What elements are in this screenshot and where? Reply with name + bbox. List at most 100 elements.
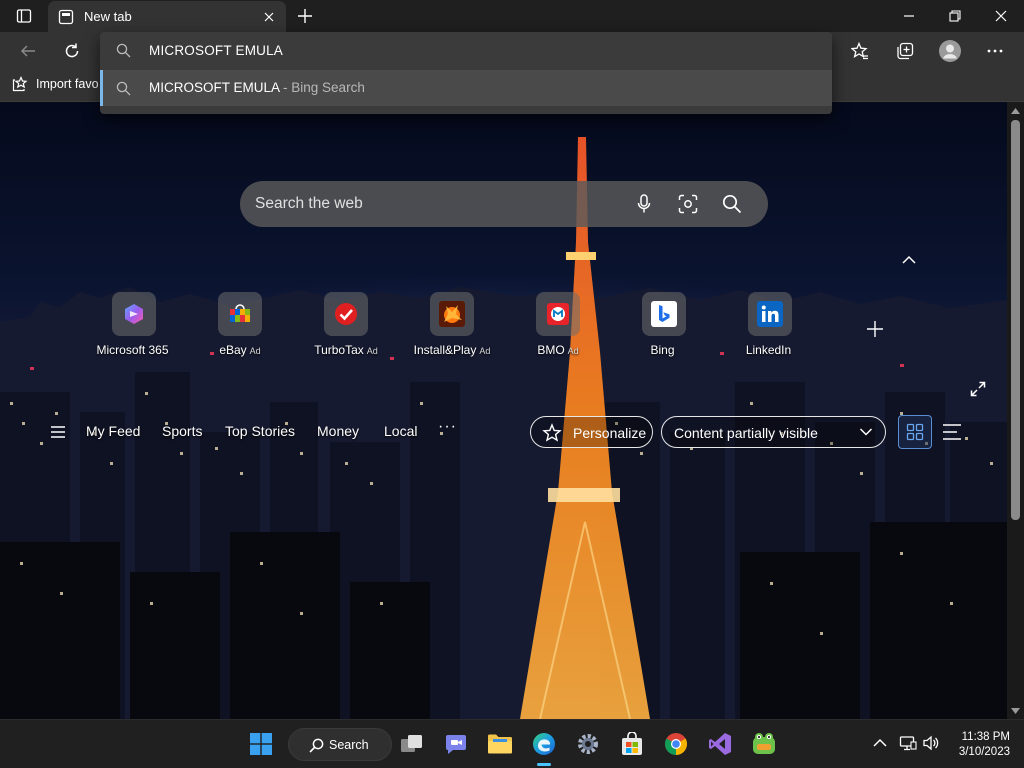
quick-link-label: eBay Ad	[219, 343, 261, 357]
suggestion-text: MICROSOFT EMULA - Bing Search	[149, 80, 365, 95]
tab-title: New tab	[84, 9, 132, 24]
taskbar-search-label: Search	[329, 738, 369, 752]
quick-link-bing[interactable]: Bing	[619, 292, 709, 357]
quick-link-bmo[interactable]: BMO Ad	[513, 292, 603, 357]
chrome-browser-button[interactable]	[660, 728, 692, 760]
content-visibility-dropdown[interactable]: Content partially visible	[661, 416, 886, 448]
content-visibility-label: Content partially visible	[674, 425, 818, 441]
feed-tab-sports[interactable]: Sports	[162, 423, 202, 439]
tab-new-tab[interactable]: New tab	[48, 1, 286, 32]
quick-link-turbotax[interactable]: TurboTax Ad	[301, 292, 391, 357]
personalize-label: Personalize	[573, 425, 647, 441]
import-favorites-button[interactable]: Import favo	[12, 76, 99, 92]
page-scrollbar[interactable]	[1007, 102, 1024, 719]
search-suggestion[interactable]: MICROSOFT EMULA - Bing Search	[100, 70, 832, 106]
visual-search-button[interactable]	[676, 192, 700, 216]
feed-tab-money[interactable]: Money	[317, 423, 359, 439]
bmo-logo-icon	[547, 303, 569, 325]
web-search-box[interactable]: Search the web	[240, 181, 768, 227]
network-icon[interactable]	[899, 734, 917, 752]
scroll-up-icon[interactable]	[1010, 106, 1021, 116]
feed-tab-top-stories[interactable]: Top Stories	[225, 423, 295, 439]
minimize-icon	[904, 15, 914, 17]
voice-search-button[interactable]	[632, 192, 656, 216]
restore-button[interactable]	[932, 0, 978, 32]
quick-link-linkedin[interactable]: LinkedIn	[725, 292, 815, 357]
collapse-chevron-icon[interactable]	[900, 252, 918, 268]
address-input-text[interactable]: MICROSOFT EMULA	[149, 43, 283, 58]
folder-icon	[488, 734, 512, 754]
quick-link-tile	[430, 292, 474, 336]
quick-link-install-play[interactable]: Install&Play Ad	[407, 292, 497, 357]
quick-link-label: BMO Ad	[537, 343, 579, 357]
tab-actions-button[interactable]	[8, 4, 40, 28]
import-favorites-label: Import favo	[36, 77, 99, 91]
back-icon	[20, 45, 35, 57]
back-button[interactable]	[13, 37, 43, 65]
address-bar[interactable]: MICROSOFT EMULA	[100, 32, 832, 70]
quick-link-tile	[112, 292, 156, 336]
suggestion-query: MICROSOFT EMULA	[149, 80, 280, 95]
gear-icon	[578, 734, 598, 754]
teams-chat-icon	[446, 735, 466, 754]
start-button[interactable]	[245, 728, 277, 760]
search-submit-button[interactable]	[720, 192, 744, 216]
web-search-placeholder[interactable]: Search the web	[255, 195, 363, 213]
search-icon	[116, 81, 131, 96]
visual-studio-button[interactable]	[704, 728, 736, 760]
search-icon	[309, 738, 324, 753]
scroll-down-icon[interactable]	[1010, 706, 1021, 716]
settings-more-button[interactable]	[980, 37, 1010, 65]
favorites-icon	[851, 42, 868, 60]
store-bag-icon	[622, 732, 642, 755]
tab-close-button[interactable]	[260, 8, 278, 26]
minimize-button[interactable]	[886, 0, 932, 32]
task-view-icon	[401, 735, 422, 752]
quick-link-label: Microsoft 365	[96, 343, 169, 357]
active-app-indicator	[537, 763, 551, 766]
quick-link-label: Install&Play Ad	[413, 343, 491, 357]
personalize-button[interactable]: Personalize	[530, 416, 653, 448]
quick-link-tile	[748, 292, 792, 336]
show-hidden-icons-chevron[interactable]	[871, 734, 889, 752]
profile-button[interactable]	[935, 37, 965, 65]
title-bar: New tab	[0, 0, 1024, 32]
quick-link-ebay[interactable]: eBay Ad	[195, 292, 285, 357]
new-tab-button[interactable]	[292, 4, 318, 28]
close-window-button[interactable]	[978, 0, 1024, 32]
taskbar-clock[interactable]: 11:38 PM 3/10/2023	[954, 730, 1010, 760]
close-icon	[995, 10, 1007, 22]
task-view-button[interactable]	[396, 728, 428, 760]
quick-link-label: TurboTax Ad	[314, 343, 378, 357]
volume-icon[interactable]	[922, 734, 940, 752]
install-play-game-icon	[439, 301, 465, 327]
scroll-thumb[interactable]	[1011, 120, 1020, 520]
collections-icon	[897, 42, 914, 60]
microsoft-store-button[interactable]	[616, 728, 648, 760]
search-icon	[116, 43, 131, 58]
microphone-icon	[637, 194, 651, 213]
grid-layout-button[interactable]	[898, 415, 932, 449]
taskbar-search-box[interactable]: Search	[288, 728, 392, 761]
edge-logo-icon	[533, 733, 555, 755]
feed-more-button[interactable]: ···	[438, 418, 457, 436]
edge-browser-button[interactable]	[528, 728, 560, 760]
hamburger-menu-icon[interactable]	[50, 425, 66, 439]
teams-chat-button[interactable]	[440, 728, 472, 760]
quick-link-microsoft-365[interactable]: Microsoft 365	[89, 292, 179, 357]
list-layout-icon[interactable]	[942, 423, 962, 441]
chevron-down-icon	[859, 428, 873, 436]
file-explorer-button[interactable]	[484, 728, 516, 760]
feed-tab-my-feed[interactable]: My Feed	[86, 423, 140, 439]
collections-button[interactable]	[890, 37, 920, 65]
expand-background-icon[interactable]	[970, 381, 986, 397]
settings-button[interactable]	[572, 728, 604, 760]
favorites-button[interactable]	[845, 37, 875, 65]
windows-logo-icon	[250, 733, 272, 755]
restore-icon	[949, 10, 961, 22]
refresh-button[interactable]	[57, 37, 87, 65]
android-emulator-button[interactable]	[748, 728, 780, 760]
feed-tab-local[interactable]: Local	[384, 423, 417, 439]
add-quick-link-icon[interactable]	[866, 320, 884, 338]
search-icon	[722, 194, 742, 214]
